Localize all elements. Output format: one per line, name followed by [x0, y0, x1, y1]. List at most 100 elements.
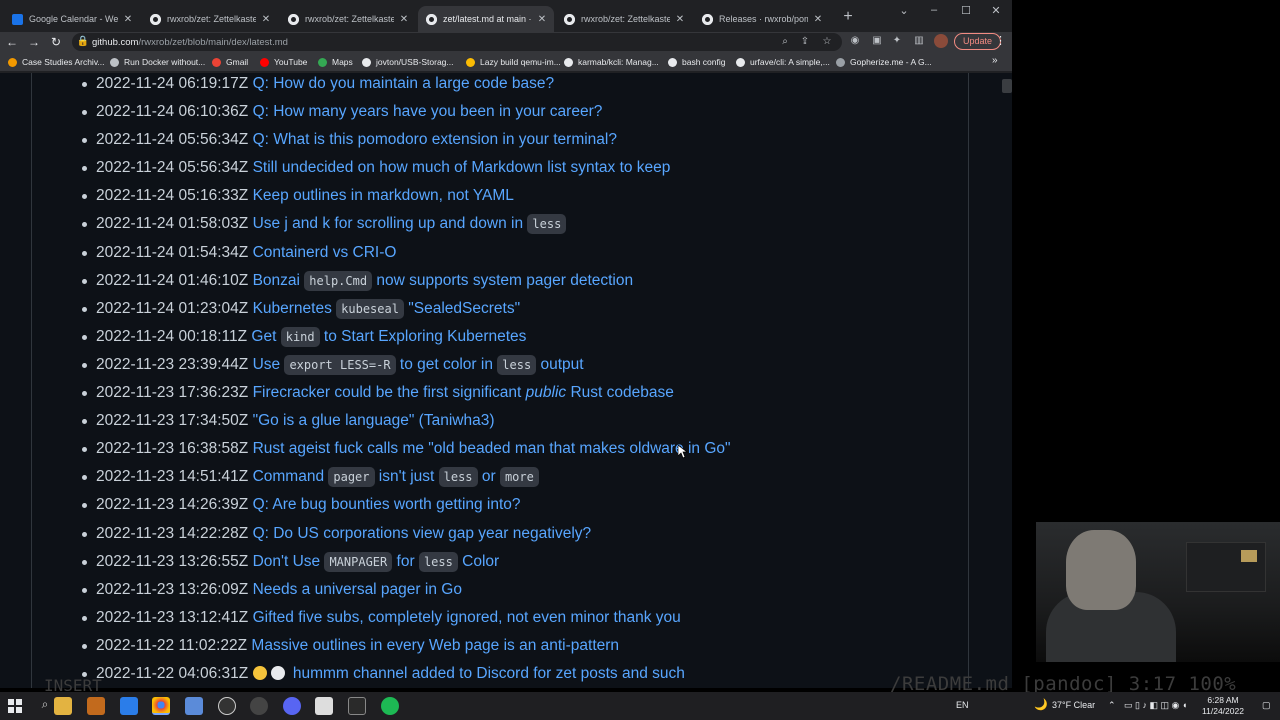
tab-1[interactable]: rwxrob/zet: Zettelkasten Re ✕ — [142, 6, 278, 32]
tab-3[interactable]: zet/latest.md at main · rwx ✕ — [418, 6, 554, 32]
calendar-icon — [12, 13, 23, 25]
tab-close-icon[interactable]: ✕ — [398, 14, 410, 25]
entry-link[interactable]: Q: How do you maintain a large code base… — [253, 75, 555, 92]
tab-4[interactable]: rwxrob/zet: Zettelkasten Re ✕ — [556, 6, 692, 32]
tab-close-icon[interactable]: ✕ — [674, 14, 686, 25]
entry-text: Use — [252, 355, 285, 373]
entry-link[interactable]: Massive outlines in every Web page is an… — [251, 637, 619, 654]
address-bar[interactable]: 🔒 github.com/rwxrob/zet/blob/main/dex/la… — [72, 33, 842, 51]
tab-close-icon[interactable]: ✕ — [812, 14, 824, 25]
entry-link[interactable]: Gifted five subs, completely ignored, no… — [253, 609, 681, 626]
language-indicator[interactable]: EN — [956, 700, 969, 710]
entry-link[interactable]: Don't Use MANPAGER for less Color — [253, 551, 499, 572]
zoom-icon[interactable]: ⌕ — [778, 36, 792, 47]
entry-link[interactable]: Firecracker could be the first significa… — [253, 384, 674, 401]
tab-5[interactable]: Releases · rwxrob/pomo ✕ — [694, 6, 830, 32]
markdown-body: 2022-11-24 06:19:17Z Q: How do you maint… — [31, 73, 969, 688]
entry-link[interactable]: Use export LESS=-R to get color in less … — [252, 354, 584, 375]
bookmark-item[interactable]: Maps — [318, 55, 353, 69]
app-icon[interactable] — [218, 697, 236, 715]
tab-close-icon[interactable]: ✕ — [122, 14, 134, 25]
update-button[interactable]: Update — [954, 33, 1002, 50]
entry-link[interactable]: Bonzai help.Cmd now supports system page… — [253, 270, 633, 291]
entry-link[interactable]: Containerd vs CRI-O — [253, 244, 397, 261]
list-item: 2022-11-23 16:38:58Z Rust ageist fuck ca… — [32, 435, 932, 463]
windows-start-icon[interactable] — [8, 699, 22, 713]
minimize-icon[interactable]: – — [926, 4, 942, 16]
forward-icon[interactable]: → — [26, 34, 42, 50]
reload-icon[interactable]: ↻ — [48, 34, 64, 50]
tab-title: rwxrob/zet: Zettelkasten Re — [167, 14, 256, 24]
app-icon[interactable] — [185, 697, 203, 715]
entry-link[interactable]: Q: Do US corporations view gap year nega… — [253, 525, 592, 542]
close-window-icon[interactable]: ✕ — [988, 4, 1004, 17]
menu-icon[interactable]: ⋮ — [995, 34, 1006, 47]
bookmark-item[interactable]: bash config — [668, 55, 725, 69]
tab-search-icon[interactable]: ⌄ — [896, 4, 912, 17]
entry-link[interactable]: Still undecided on how much of Markdown … — [253, 159, 671, 176]
extension-icon[interactable]: ◉ — [848, 35, 862, 46]
entry-link[interactable]: Q: Are bug bounties worth getting into? — [253, 496, 521, 513]
bookmark-item[interactable]: Gmail — [212, 55, 248, 69]
puzzle-icon[interactable]: ✦ — [890, 35, 904, 46]
app-icon[interactable] — [87, 697, 105, 715]
github-icon — [426, 13, 437, 25]
share-icon[interactable]: ⇪ — [798, 36, 812, 47]
file-explorer-icon[interactable] — [54, 697, 72, 715]
tab-0[interactable]: Google Calendar - Week of ✕ — [4, 6, 140, 32]
entry-link[interactable]: Kubernetes kubeseal "SealedSecrets" — [253, 298, 521, 319]
bookmark-item[interactable]: Case Studies Archiv... — [8, 55, 105, 69]
side-panel-icon[interactable]: ▥ — [912, 35, 926, 46]
entry-link[interactable]: Needs a universal pager in Go — [253, 581, 462, 598]
weather-text[interactable]: 37°F Clear — [1052, 700, 1095, 710]
bookmark-item[interactable]: Lazy build qemu-im... — [466, 55, 561, 69]
back-icon[interactable]: ← — [4, 34, 20, 50]
entry-link[interactable]: Keep outlines in markdown, not YAML — [253, 187, 514, 204]
extension-icon[interactable]: ▣ — [870, 35, 884, 46]
bookmark-item[interactable]: YouTube — [260, 55, 307, 69]
entry-timestamp: 2022-11-24 06:19:17Z — [96, 75, 249, 92]
bookmark-label: jovton/USB-Storag... — [376, 57, 454, 67]
entry-text: Q: What is this pomodoro extension in yo… — [252, 131, 617, 149]
discord-icon[interactable] — [283, 697, 301, 715]
app-icon[interactable] — [315, 697, 333, 715]
tab-2[interactable]: rwxrob/zet: Zettelkasten Re ✕ — [280, 6, 416, 32]
bookmark-item[interactable]: jovton/USB-Storag... — [362, 55, 453, 69]
clock[interactable]: 6:28 AM 11/24/2022 — [1196, 695, 1250, 717]
bookmark-favicon-icon — [736, 57, 745, 67]
app-icon[interactable] — [250, 697, 268, 715]
bookmark-star-icon[interactable]: ☆ — [820, 36, 834, 47]
entry-link[interactable]: hummm channel added to Discord for zet p… — [252, 665, 685, 682]
bookmark-item[interactable]: karmab/kcli: Manag... — [564, 55, 659, 69]
notifications-icon[interactable]: ▢ — [1262, 700, 1271, 711]
entry-link[interactable]: Use j and k for scrolling up and down in… — [253, 214, 567, 235]
chevron-up-icon[interactable]: ⌃ — [1108, 700, 1116, 711]
app-icon[interactable] — [120, 697, 138, 715]
entry-link[interactable]: "Go is a glue language" (Taniwha3) — [253, 412, 495, 429]
terminal-icon[interactable] — [348, 697, 366, 715]
entry-link[interactable]: Get kind to Start Exploring Kubernetes — [251, 326, 526, 347]
system-tray-icons[interactable]: ▭ ▯ ♪ ◧ ◫ ◉ ◖ — [1124, 700, 1187, 711]
avatar[interactable] — [934, 34, 948, 48]
entry-link[interactable]: Command pager isn't just less or more — [253, 467, 539, 488]
lock-icon[interactable]: 🔒 — [76, 36, 90, 47]
bookmark-item[interactable]: Run Docker without... — [110, 55, 205, 69]
chrome-icon[interactable] — [152, 697, 170, 715]
entry-link[interactable]: Q: How many years have you been in your … — [253, 103, 603, 120]
spotify-icon[interactable] — [381, 697, 399, 715]
screen: Google Calendar - Week of✕ rwxrob/zet: Ze… — [0, 0, 1280, 720]
entry-text: "SealedSecrets" — [403, 299, 521, 317]
entry-link[interactable]: Q: What is this pomodoro extension in yo… — [253, 131, 617, 148]
maximize-icon[interactable]: ☐ — [958, 4, 974, 17]
search-icon[interactable]: ⌕ — [36, 697, 54, 715]
bookmark-item[interactable]: Gopherize.me - A G... — [836, 55, 932, 69]
tab-close-icon[interactable]: ✕ — [260, 14, 272, 25]
tab-close-icon[interactable]: ✕ — [536, 14, 548, 25]
bookmark-item[interactable]: urfave/cli: A simple,... — [736, 55, 830, 69]
scroll-thumb[interactable] — [1002, 79, 1012, 93]
scrollbar[interactable] — [1000, 73, 1012, 688]
chevron-right-icon[interactable]: » — [992, 55, 998, 66]
bookmark-label: bash config — [682, 57, 726, 67]
new-tab-button[interactable]: + — [840, 8, 856, 26]
entry-link[interactable]: Rust ageist fuck calls me "old beaded ma… — [253, 440, 731, 457]
